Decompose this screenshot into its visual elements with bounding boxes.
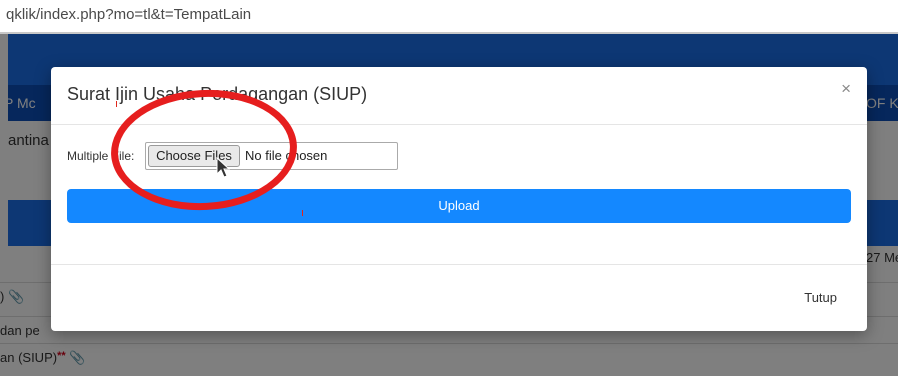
address-bar[interactable]: qklik/index.php?mo=tl&t=TempatLain: [0, 0, 898, 32]
mouse-cursor-icon: [216, 157, 230, 178]
url-text: qklik/index.php?mo=tl&t=TempatLain: [6, 6, 252, 23]
tutup-button[interactable]: Tutup: [804, 290, 837, 305]
close-icon[interactable]: ×: [841, 80, 851, 97]
modal-footer: Tutup: [51, 264, 867, 331]
red-tick-mark: [116, 101, 117, 107]
red-tick-mark: [302, 210, 303, 216]
